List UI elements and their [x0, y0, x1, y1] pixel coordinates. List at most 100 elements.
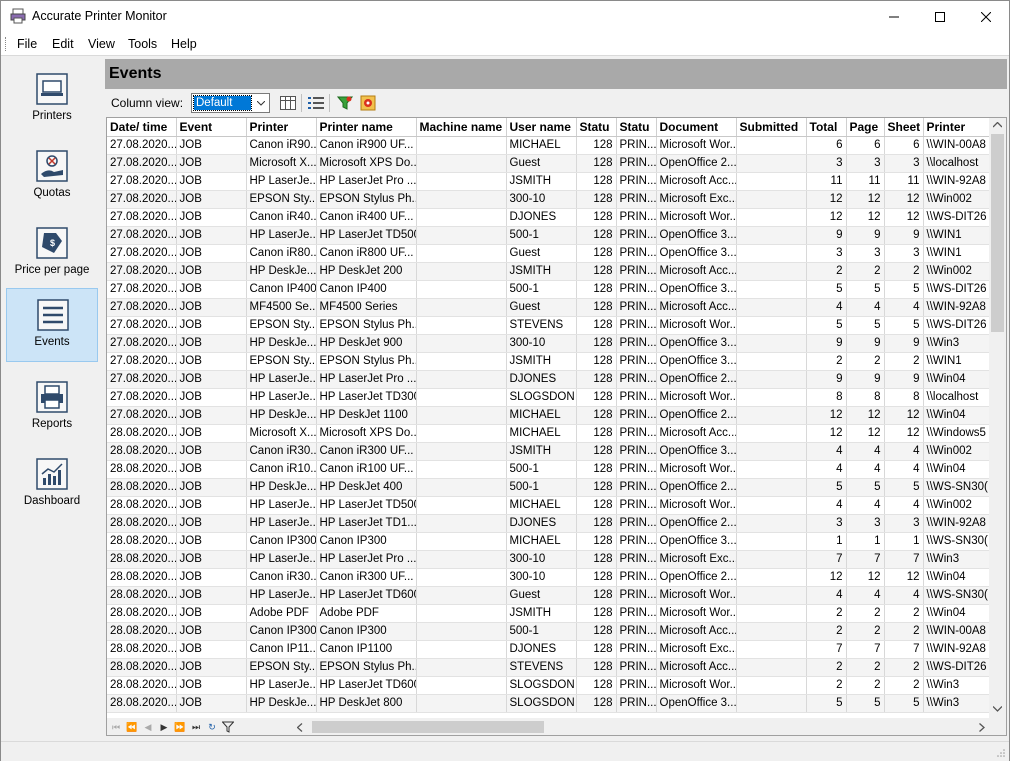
table-row[interactable]: 28.08.2020... JOB Canon iR30... Canon iR300…: [107, 568, 992, 587]
column-header-status[interactable]: Statu: [576, 118, 617, 137]
table-row[interactable]: 27.08.2020... JOB HP DeskJe... HP DeskJet 1…: [107, 406, 992, 425]
column-header-event[interactable]: Event: [176, 118, 247, 137]
table-row[interactable]: 27.08.2020... JOB EPSON Sty... EPSON Stylus…: [107, 352, 992, 371]
column-header-printer-host[interactable]: Printer: [923, 118, 992, 137]
table-cell: PRIN...: [616, 334, 657, 353]
table-cell: \\WS-DIT26: [923, 208, 992, 227]
menu-tools[interactable]: Tools: [128, 37, 157, 51]
table-row[interactable]: 27.08.2020... JOB HP DeskJe... HP DeskJet 9…: [107, 334, 992, 353]
table-row[interactable]: 28.08.2020... JOB HP LaserJe... HP LaserJet…: [107, 550, 992, 569]
table-row[interactable]: 27.08.2020... JOB Canon iR80... Canon iR800…: [107, 244, 992, 263]
last-page-button[interactable]: ⏭: [188, 719, 204, 735]
table-row[interactable]: 28.08.2020... JOB HP DeskJe... HP DeskJet 8…: [107, 694, 992, 713]
sidebar-item-printers[interactable]: Printers: [6, 63, 98, 136]
table-row[interactable]: 27.08.2020... JOB EPSON Sty... EPSON Stylus…: [107, 316, 992, 335]
vertical-scrollbar[interactable]: [989, 118, 1006, 718]
table-cell: 7: [846, 640, 885, 659]
table-row[interactable]: 27.08.2020... JOB EPSON Sty... EPSON Stylus…: [107, 190, 992, 209]
table-row[interactable]: 28.08.2020... JOB HP LaserJe... HP LaserJet…: [107, 514, 992, 533]
table-row[interactable]: 28.08.2020... JOB HP DeskJe... HP DeskJet 4…: [107, 478, 992, 497]
next-page-icon: ⏩: [174, 721, 186, 732]
close-button[interactable]: [963, 1, 1009, 32]
column-header-total[interactable]: Total: [806, 118, 847, 137]
scroll-left-icon[interactable]: [297, 723, 303, 732]
prev-record-button[interactable]: ◀: [140, 719, 156, 735]
table-row[interactable]: 27.08.2020... JOB HP LaserJe... HP LaserJet…: [107, 226, 992, 245]
list-icon: [308, 97, 324, 109]
grid-filter-button[interactable]: [220, 719, 236, 735]
table-cell: PRIN...: [616, 478, 657, 497]
table-cell: 128: [576, 694, 617, 713]
minimize-button[interactable]: [871, 1, 917, 32]
vertical-scroll-thumb[interactable]: [991, 134, 1004, 332]
table-cell: [416, 514, 507, 533]
table-cell: \\WIN1: [923, 226, 992, 245]
events-list-icon: [37, 299, 69, 331]
table-row[interactable]: 27.08.2020... JOB Canon IP400 Canon IP400 50…: [107, 280, 992, 299]
table-cell: 27.08.2020...: [107, 226, 177, 245]
next-record-button[interactable]: ▶: [156, 719, 172, 735]
table-cell: 128: [576, 532, 617, 551]
table-cell: JOB: [176, 640, 247, 659]
column-header-date-time[interactable]: Date/ time: [107, 118, 177, 137]
horizontal-scroll-thumb[interactable]: [312, 721, 544, 733]
table-row[interactable]: 27.08.2020... JOB MF4500 Se... MF4500 Serie…: [107, 298, 992, 317]
table-row[interactable]: 27.08.2020... JOB Microsoft X... Microsoft …: [107, 154, 992, 173]
column-header-pages[interactable]: Page: [846, 118, 885, 137]
table-row[interactable]: 28.08.2020... JOB Canon IP300 Canon IP300 MI…: [107, 532, 992, 551]
filter-button[interactable]: [336, 94, 354, 112]
table-row[interactable]: 28.08.2020... JOB Canon iR10... Canon iR100…: [107, 460, 992, 479]
sidebar-item-reports[interactable]: Reports: [6, 371, 98, 444]
table-row[interactable]: 27.08.2020... JOB Canon iR90... Canon iR900…: [107, 136, 992, 155]
column-header-machine-name[interactable]: Machine name: [416, 118, 507, 137]
table-row[interactable]: 28.08.2020... JOB HP LaserJe... HP LaserJet…: [107, 676, 992, 695]
column-header-user-name[interactable]: User name: [506, 118, 577, 137]
column-header-document[interactable]: Document: [656, 118, 737, 137]
column-header-printer[interactable]: Printer: [246, 118, 317, 137]
table-row[interactable]: 28.08.2020... JOB Canon IP300 Canon IP300 50…: [107, 622, 992, 641]
first-page-button[interactable]: ⏮: [108, 719, 124, 735]
page-header: Events: [105, 59, 1007, 89]
menu-help[interactable]: Help: [171, 37, 197, 51]
table-cell: \\Win3: [923, 334, 992, 353]
table-row[interactable]: 28.08.2020... JOB Canon IP11... Canon IP110…: [107, 640, 992, 659]
column-header-status-text[interactable]: Statu: [616, 118, 657, 137]
scroll-right-icon[interactable]: [979, 723, 985, 732]
table-row[interactable]: 28.08.2020... JOB HP LaserJe... HP LaserJet…: [107, 586, 992, 605]
sidebar-item-quotas[interactable]: Quotas: [6, 140, 98, 213]
maximize-button[interactable]: [917, 1, 963, 32]
table-cell: 2: [884, 352, 924, 371]
sidebar-item-price-per-page[interactable]: $ Price per page: [6, 217, 98, 290]
column-header-printer-name[interactable]: Printer name: [316, 118, 417, 137]
table-row[interactable]: 27.08.2020... JOB HP LaserJe... HP LaserJet…: [107, 370, 992, 389]
table-row[interactable]: 28.08.2020... JOB HP LaserJe... HP LaserJet…: [107, 496, 992, 515]
sidebar-item-events[interactable]: Events: [6, 288, 98, 362]
resize-grip-icon[interactable]: [996, 748, 1006, 758]
column-view-select[interactable]: Default: [191, 93, 270, 113]
table-row[interactable]: 27.08.2020... JOB HP LaserJe... HP LaserJet…: [107, 388, 992, 407]
table-cell: \\WIN-92A8: [923, 172, 992, 191]
menu-view[interactable]: View: [88, 37, 115, 51]
table-row[interactable]: 28.08.2020... JOB Canon iR30... Canon iR300…: [107, 442, 992, 461]
clear-filter-button[interactable]: [359, 94, 377, 112]
table-row[interactable]: 28.08.2020... JOB Adobe PDF Adobe PDF JSMITH…: [107, 604, 992, 623]
table-row[interactable]: 27.08.2020... JOB HP DeskJe... HP DeskJet 2…: [107, 262, 992, 281]
column-settings-button[interactable]: [279, 94, 297, 112]
column-header-submitted[interactable]: Submitted: [736, 118, 807, 137]
events-grid[interactable]: Date/ time Event Printer Printer name Ma…: [106, 117, 1007, 736]
prev-page-button[interactable]: ⏪: [124, 719, 140, 735]
sidebar-item-dashboard[interactable]: Dashboard: [6, 448, 98, 521]
menu-edit[interactable]: Edit: [52, 37, 74, 51]
table-cell: JOB: [176, 586, 247, 605]
list-view-button[interactable]: [307, 94, 325, 112]
column-view-label: Column view:: [111, 96, 184, 110]
table-row[interactable]: 28.08.2020... JOB EPSON Sty... EPSON Stylus…: [107, 658, 992, 677]
table-row[interactable]: 28.08.2020... JOB Microsoft X... Microsoft …: [107, 424, 992, 443]
next-page-button[interactable]: ⏩: [172, 719, 188, 735]
table-row[interactable]: 27.08.2020... JOB HP LaserJe... HP LaserJet…: [107, 172, 992, 191]
column-header-sheets[interactable]: Sheet: [884, 118, 924, 137]
table-cell: Canon iR30...: [246, 442, 317, 461]
menu-file[interactable]: File: [17, 37, 37, 51]
refresh-button[interactable]: ↻: [204, 719, 220, 735]
table-row[interactable]: 27.08.2020... JOB Canon iR40... Canon iR400…: [107, 208, 992, 227]
